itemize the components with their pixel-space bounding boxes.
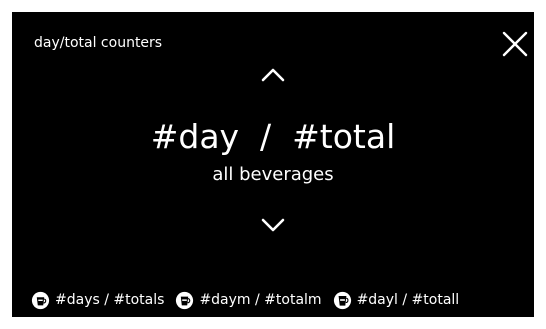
small-cup-counter-label: #days / #totals [55,292,165,308]
medium-cup-counter-label: #daym / #totalm [199,292,322,308]
cup-icon [175,291,194,310]
small-cup-counter[interactable]: #days / #totals [31,291,164,310]
close-icon [502,31,528,57]
counters-screen: day/total counters #day / #total all bev… [12,12,534,317]
previous-counter-button[interactable] [261,67,285,83]
cup-icon [333,291,352,310]
size-counters-bar: #days / #totals #daym / #totalm #dayl / … [31,290,470,310]
counter-category: all beverages [212,164,334,185]
chevron-up-icon [261,67,285,83]
large-cup-counter[interactable]: #dayl / #totall [333,291,460,310]
cup-icon [31,291,50,310]
close-button[interactable] [502,31,528,57]
page-title: day/total counters [34,35,163,51]
chevron-down-icon [261,217,285,233]
next-counter-button[interactable] [261,217,285,233]
counter-value: #day / #total [150,117,396,156]
medium-cup-counter[interactable]: #daym / #totalm [175,291,322,310]
large-cup-counter-label: #dayl / #totall [356,292,460,308]
